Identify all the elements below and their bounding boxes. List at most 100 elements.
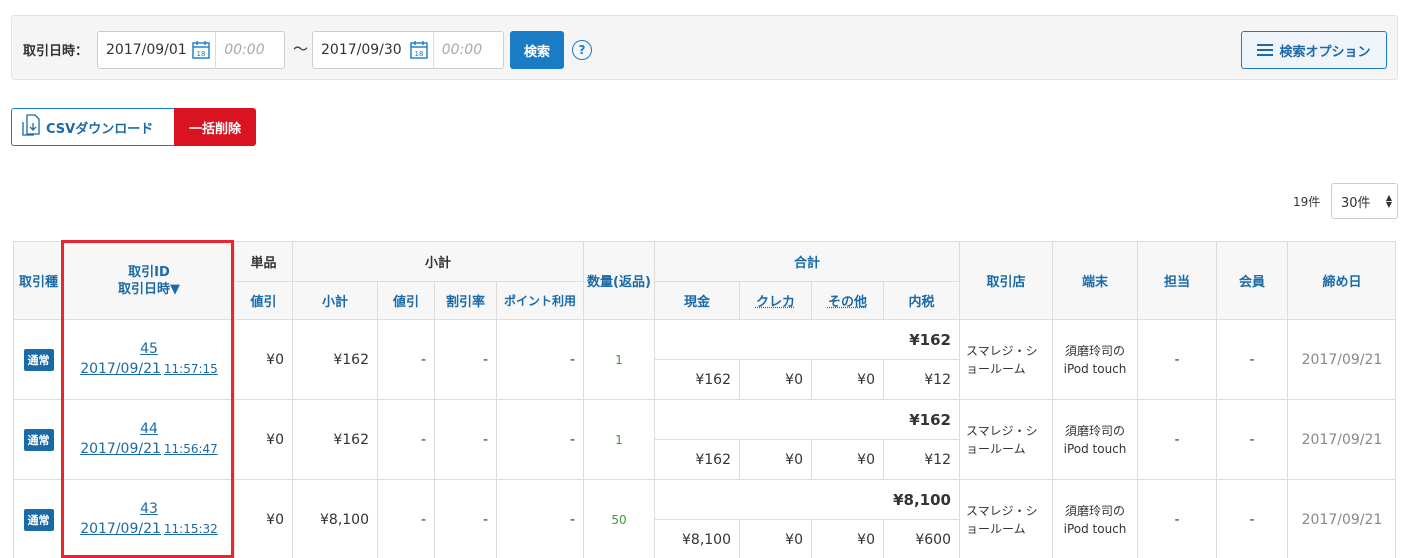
per-page-value: 30件 <box>1341 195 1371 211</box>
header-tax[interactable]: 内税 <box>884 282 960 320</box>
transaction-datetime-link[interactable]: 2017/09/21 11:56:47 <box>80 439 218 460</box>
transaction-id-cell: 45 2017/09/21 11:57:15 <box>64 320 235 400</box>
transaction-datetime-link[interactable]: 2017/09/21 11:15:32 <box>80 519 218 540</box>
credit-cell: ¥0 <box>740 440 812 480</box>
transaction-id-link[interactable]: 43 <box>140 499 158 519</box>
unit-discount-cell: ¥0 <box>235 400 293 480</box>
calendar-icon[interactable]: 18 <box>408 39 428 61</box>
transaction-time[interactable]: 11:57:15 <box>164 362 218 376</box>
header-datetime[interactable]: 取引日時▼ <box>118 281 180 298</box>
per-page-select[interactable]: 30件 ▲ ▼ <box>1331 183 1398 219</box>
type-cell: 通常 <box>14 480 64 558</box>
sub-discount-cell: - <box>378 400 435 480</box>
other-cell: ¥0 <box>812 360 884 400</box>
header-cash[interactable]: 現金 <box>655 282 740 320</box>
terminal-cell: 須磨玲司の iPod touch <box>1053 400 1138 480</box>
transaction-date[interactable]: 2017/09/21 <box>80 441 161 457</box>
transaction-date[interactable]: 2017/09/21 <box>80 361 161 377</box>
member-cell: - <box>1217 400 1288 480</box>
header-store[interactable]: 取引店 <box>960 242 1053 320</box>
sub-discount-cell: - <box>378 480 435 558</box>
header-id[interactable]: 取引ID <box>128 264 170 281</box>
transaction-date[interactable]: 2017/09/21 <box>80 521 161 537</box>
closing-date-cell: 2017/09/21 <box>1288 480 1395 558</box>
header-type[interactable]: 取引種 <box>14 242 64 320</box>
header-unit: 単品 <box>235 242 293 282</box>
transaction-id-cell: 43 2017/09/21 11:15:32 <box>64 480 235 558</box>
menu-icon <box>1257 44 1274 56</box>
sub-discount-cell: - <box>378 320 435 400</box>
header-closing-date[interactable]: 締め日 <box>1288 242 1395 320</box>
date-to-value[interactable]: 2017/09/30 <box>313 42 406 58</box>
search-options-label: 検索オプション <box>1279 44 1371 60</box>
header-credit-label[interactable]: クレカ <box>756 291 795 310</box>
time-to-field[interactable]: 00:00 <box>432 32 503 68</box>
transaction-time[interactable]: 11:56:47 <box>164 442 218 456</box>
svg-text:18: 18 <box>414 50 423 58</box>
date-to-field[interactable]: 2017/09/30 18 00:00 <box>312 31 504 69</box>
svg-text:18: 18 <box>197 50 206 58</box>
transaction-datetime-link[interactable]: 2017/09/21 11:57:15 <box>80 359 218 380</box>
type-cell: 通常 <box>14 400 64 480</box>
subtotal-cell: ¥8,100 <box>293 480 378 558</box>
header-staff[interactable]: 担当 <box>1138 242 1217 320</box>
closing-date-cell: 2017/09/21 <box>1288 320 1395 400</box>
total-cell: ¥162 <box>655 400 960 440</box>
closing-date-cell: 2017/09/21 <box>1288 400 1395 480</box>
header-subtotal[interactable]: 小計 <box>293 282 378 320</box>
other-cell: ¥0 <box>812 440 884 480</box>
time-from-field[interactable]: 00:00 <box>215 32 284 68</box>
header-id-datetime[interactable]: 取引ID 取引日時▼ <box>64 242 235 320</box>
search-options-button[interactable]: 検索オプション <box>1241 31 1387 69</box>
header-unit-discount[interactable]: 値引 <box>235 282 293 320</box>
header-discount-rate[interactable]: 割引率 <box>435 282 497 320</box>
staff-cell: - <box>1138 400 1217 480</box>
subtotal-cell: ¥162 <box>293 320 378 400</box>
store-cell: スマレジ・ショールーム <box>960 320 1053 400</box>
quantity-cell: 1 <box>584 400 655 480</box>
transaction-id-cell: 44 2017/09/21 11:56:47 <box>64 400 235 480</box>
date-from-field[interactable]: 2017/09/01 18 00:00 <box>97 31 285 69</box>
transaction-type-badge: 通常 <box>23 348 54 371</box>
search-button[interactable]: 検索 <box>510 31 564 69</box>
point-usage-cell: - <box>497 400 584 480</box>
search-panel: 取引日時： 2017/09/01 18 00:00 〜 2017/09/30 1… <box>11 15 1398 80</box>
staff-cell: - <box>1138 320 1217 400</box>
member-cell: - <box>1217 320 1288 400</box>
header-sub-discount[interactable]: 値引 <box>378 282 435 320</box>
range-separator: 〜 <box>293 40 309 58</box>
type-cell: 通常 <box>14 320 64 400</box>
date-from-value[interactable]: 2017/09/01 <box>98 42 189 58</box>
cash-cell: ¥8,100 <box>655 520 740 558</box>
transaction-id-link[interactable]: 45 <box>140 339 158 359</box>
header-point-usage[interactable]: ポイント利用 <box>497 282 584 320</box>
csv-download-label: CSVダウンロード <box>46 121 154 137</box>
help-icon[interactable]: ? <box>572 40 592 60</box>
header-credit[interactable]: クレカ <box>740 282 812 320</box>
date-range-label: 取引日時： <box>23 44 89 59</box>
subtotal-cell: ¥162 <box>293 400 378 480</box>
header-member[interactable]: 会員 <box>1217 242 1288 320</box>
staff-cell: - <box>1138 480 1217 558</box>
header-terminal[interactable]: 端末 <box>1053 242 1138 320</box>
point-usage-cell: - <box>497 480 584 558</box>
cash-cell: ¥162 <box>655 360 740 400</box>
point-usage-cell: - <box>497 320 584 400</box>
calendar-icon[interactable]: 18 <box>191 39 211 61</box>
result-count: 19件 <box>1293 195 1321 209</box>
header-other[interactable]: その他 <box>812 282 884 320</box>
transactions-table: 取引種 取引ID 取引日時▼ 単品 小計 数量(返品) 合計 取引店 端末 担当… <box>13 241 1396 558</box>
credit-cell: ¥0 <box>740 360 812 400</box>
header-total-group[interactable]: 合計 <box>655 242 960 282</box>
csv-download-button[interactable]: CSVダウンロード <box>11 108 175 146</box>
transaction-time[interactable]: 11:15:32 <box>164 522 218 536</box>
other-cell: ¥0 <box>812 520 884 558</box>
bulk-delete-button[interactable]: 一括削除 <box>174 108 256 146</box>
header-other-label[interactable]: その他 <box>828 291 867 310</box>
header-quantity[interactable]: 数量(返品) <box>584 242 655 320</box>
transaction-id-link[interactable]: 44 <box>140 419 158 439</box>
download-file-icon <box>22 114 40 140</box>
quantity-cell: 1 <box>584 320 655 400</box>
store-cell: スマレジ・ショールーム <box>960 480 1053 558</box>
unit-discount-cell: ¥0 <box>235 320 293 400</box>
